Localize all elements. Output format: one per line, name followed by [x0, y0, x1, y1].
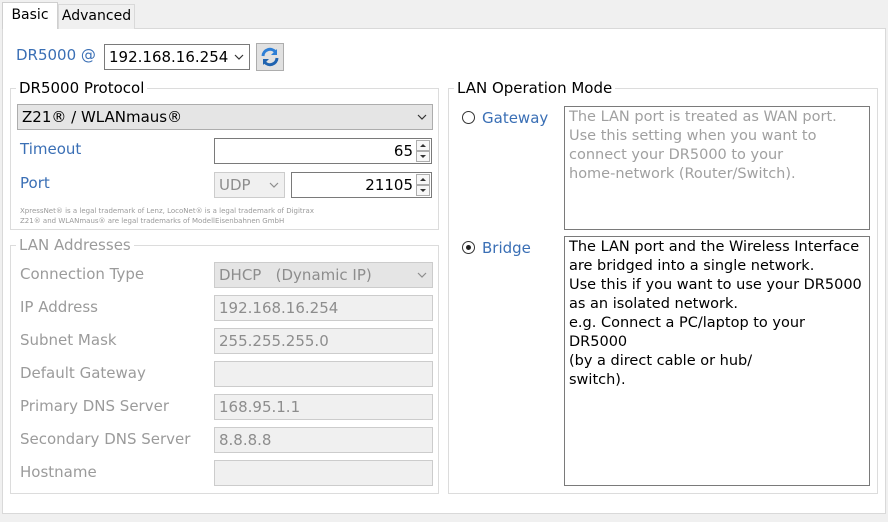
device-ip-select[interactable]: 192.168.16.254: [104, 44, 250, 70]
chevron-down-icon: [417, 272, 427, 278]
secondary-dns-label: Secondary DNS Server: [20, 430, 191, 448]
device-ip-value: 192.168.16.254: [109, 48, 229, 66]
timeout-stepper[interactable]: 65: [214, 138, 432, 164]
connection-type-select[interactable]: DHCP (Dynamic IP): [214, 262, 433, 288]
trademark-line-2: Z21® and WLANmaus® are legal trademarks …: [20, 217, 285, 225]
subnet-mask-field[interactable]: 255.255.255.0: [214, 328, 433, 354]
tab-advanced[interactable]: Advanced: [58, 4, 135, 29]
secondary-dns-field[interactable]: 8.8.8.8: [214, 427, 433, 453]
bridge-description: The LAN port and the Wireless Interface …: [564, 236, 870, 486]
spin-down-icon[interactable]: [416, 151, 430, 162]
spin-up-icon[interactable]: [416, 174, 430, 185]
gateway-radio-label[interactable]: Gateway: [482, 109, 548, 127]
hostname-label: Hostname: [20, 463, 97, 481]
default-gateway-field[interactable]: [214, 361, 433, 387]
timeout-value: 65: [393, 142, 413, 160]
refresh-icon: [261, 47, 279, 67]
ip-address-field[interactable]: 192.168.16.254: [214, 295, 433, 321]
primary-dns-label: Primary DNS Server: [20, 397, 169, 415]
chevron-down-icon: [269, 182, 279, 188]
port-stepper[interactable]: 21105: [291, 172, 432, 198]
default-gateway-label: Default Gateway: [20, 364, 146, 382]
port-value: 21105: [365, 176, 413, 194]
bridge-radio[interactable]: [462, 241, 475, 254]
lan-mode-title: LAN Operation Mode: [454, 79, 616, 97]
bridge-radio-label[interactable]: Bridge: [482, 239, 531, 257]
port-spin[interactable]: [416, 174, 430, 196]
port-type-value: UDP: [219, 176, 251, 194]
connection-type-value: DHCP (Dynamic IP): [219, 266, 372, 284]
refresh-button[interactable]: [256, 43, 284, 71]
connection-type-label: Connection Type: [20, 265, 145, 283]
spin-down-icon[interactable]: [416, 185, 430, 196]
trademark-line-1: XpressNet® is a legal trademark of Lenz,…: [20, 207, 314, 215]
device-label: DR5000 @: [16, 46, 96, 64]
ip-address-label: IP Address: [20, 298, 98, 316]
hostname-field[interactable]: [214, 460, 433, 486]
timeout-label: Timeout: [20, 140, 82, 158]
protocol-select[interactable]: Z21® / WLANmaus®: [17, 104, 433, 130]
chevron-down-icon: [234, 54, 244, 60]
protocol-group-title: DR5000 Protocol: [16, 79, 148, 97]
primary-dns-field[interactable]: 168.95.1.1: [214, 394, 433, 420]
port-label: Port: [20, 174, 50, 192]
chevron-down-icon: [417, 114, 427, 120]
gateway-description: The LAN port is treated as WAN port. Use…: [564, 106, 870, 230]
timeout-spin[interactable]: [416, 140, 430, 162]
tab-basic[interactable]: Basic: [2, 2, 58, 29]
spin-up-icon[interactable]: [416, 140, 430, 151]
protocol-select-value: Z21® / WLANmaus®: [22, 108, 183, 126]
port-type-select[interactable]: UDP: [214, 172, 285, 198]
gateway-radio[interactable]: [462, 111, 475, 124]
subnet-mask-label: Subnet Mask: [20, 331, 117, 349]
lan-addresses-title: LAN Addresses: [16, 236, 134, 254]
